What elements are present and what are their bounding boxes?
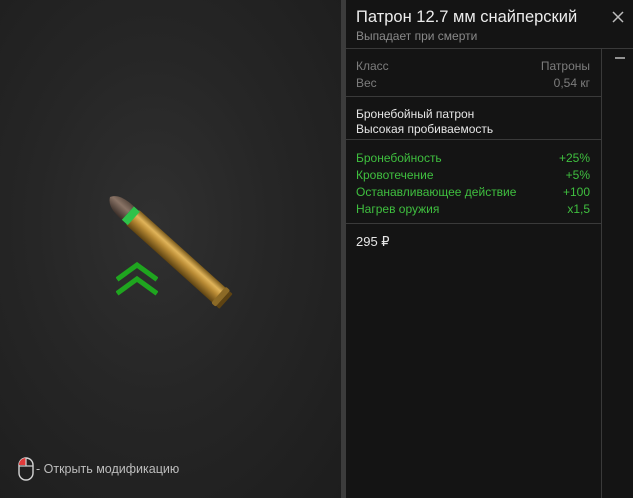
item-preview-pane: - Открыть модификацию: [0, 0, 341, 498]
stat-label: Вес: [356, 76, 377, 90]
item-header: Патрон 12.7 мм снайперский Выпадает при …: [346, 0, 633, 49]
close-icon[interactable]: [611, 10, 625, 24]
stat-row-weight: Вес 0,54 кг: [356, 76, 590, 90]
item-stats: Класс Патроны Вес 0,54 кг: [346, 49, 602, 97]
description-line: Бронебойный патрон: [356, 107, 475, 121]
modifier-value: +100: [562, 185, 590, 199]
stat-label: Класс: [356, 59, 389, 73]
item-title: Патрон 12.7 мм снайперский: [356, 8, 578, 26]
item-price-section: 295 ₽: [346, 224, 602, 498]
modifier-row: Бронебойность +25%: [356, 151, 590, 165]
minimize-icon[interactable]: [615, 54, 625, 62]
modifier-value: +25%: [558, 151, 590, 165]
stat-value: Патроны: [540, 59, 590, 73]
item-subtitle: Выпадает при смерти: [356, 29, 478, 43]
item-price: 295 ₽: [356, 234, 390, 249]
modifier-value: x1,5: [567, 202, 590, 216]
modifier-row: Останавливающее действие +100: [356, 185, 590, 199]
stat-value: 0,54 кг: [553, 76, 590, 90]
hint-label: - Открыть модификацию: [36, 462, 180, 476]
modifier-row: Кровотечение +5%: [356, 168, 590, 182]
rarity-chevron-icon: [116, 262, 158, 296]
modifier-label: Останавливающее действие: [356, 185, 517, 199]
modifier-label: Бронебойность: [356, 151, 442, 165]
modifier-value: +5%: [565, 168, 590, 182]
open-modification-hint: - Открыть модификацию: [18, 457, 179, 481]
stat-row-class: Класс Патроны: [356, 59, 590, 73]
item-modifiers: Бронебойность +25% Кровотечение +5% Оста…: [346, 140, 602, 224]
modifier-label: Нагрев оружия: [356, 202, 440, 216]
modifier-label: Кровотечение: [356, 168, 434, 182]
item-inspect-screen: - Открыть модификацию Патрон 12.7 мм сна…: [0, 0, 633, 498]
modifier-row: Нагрев оружия x1,5: [356, 202, 590, 216]
description-line: Высокая пробиваемость: [356, 122, 494, 136]
item-description: Бронебойный патрон Высокая пробиваемость: [346, 97, 602, 140]
mouse-left-click-icon: [18, 457, 34, 481]
item-info-panel: Патрон 12.7 мм снайперский Выпадает при …: [346, 0, 633, 498]
